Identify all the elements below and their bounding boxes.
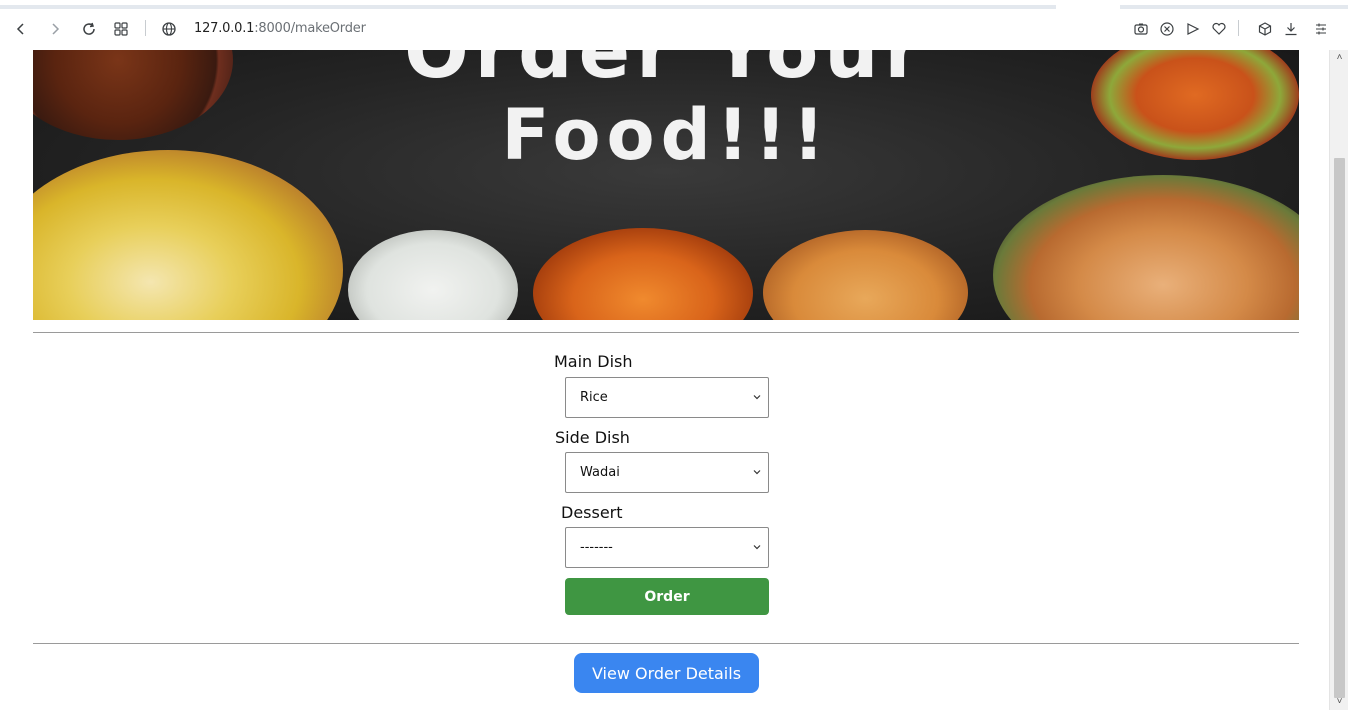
scroll-down-icon[interactable]: ˅ xyxy=(1334,696,1345,708)
apps-grid-icon[interactable] xyxy=(110,18,132,40)
page-viewport: Order Your Food!!! Main Dish Rice Side D… xyxy=(0,50,1329,710)
side-dish-label: Side Dish xyxy=(555,428,630,447)
banner-title-line1: Order Your xyxy=(404,50,928,95)
send-icon[interactable] xyxy=(1182,18,1204,40)
back-icon[interactable] xyxy=(10,18,32,40)
side-dish-select[interactable]: Wadai xyxy=(565,452,769,493)
side-dish-value: Wadai xyxy=(580,465,620,480)
hero-banner: Order Your Food!!! xyxy=(33,50,1299,320)
banner-title-line2: Food!!! xyxy=(501,94,831,176)
scroll-up-icon[interactable]: ˄ xyxy=(1334,52,1345,64)
order-button[interactable]: Order xyxy=(565,578,769,615)
browser-toolbar: 127.0.0.1:8000/makeOrder xyxy=(0,0,1348,50)
globe-icon[interactable] xyxy=(158,18,180,40)
tab-strip-divider xyxy=(1120,5,1348,9)
chevron-down-icon xyxy=(753,545,761,550)
cube-icon[interactable] xyxy=(1254,18,1276,40)
main-dish-label: Main Dish xyxy=(554,352,633,371)
dessert-label: Dessert xyxy=(561,503,623,522)
chevron-down-icon xyxy=(753,470,761,475)
tab-strip-divider xyxy=(0,5,1056,9)
forward-icon[interactable] xyxy=(44,18,66,40)
page-scrollbar[interactable]: ˄ ˅ xyxy=(1329,50,1348,710)
download-icon[interactable] xyxy=(1280,18,1302,40)
reload-icon[interactable] xyxy=(78,18,100,40)
chicken-curry-bowl-image xyxy=(533,228,753,320)
raita-bowl-image xyxy=(348,230,518,320)
heart-icon[interactable] xyxy=(1208,18,1230,40)
main-dish-value: Rice xyxy=(580,390,608,405)
dessert-value: ------- xyxy=(580,540,613,555)
pulao-plate-image xyxy=(993,175,1299,320)
dessert-select[interactable]: ------- xyxy=(565,527,769,568)
toolbar-separator xyxy=(1238,20,1239,36)
url-path: :8000/makeOrder xyxy=(254,21,366,36)
divider xyxy=(33,332,1299,333)
chevron-down-icon xyxy=(753,395,761,400)
view-order-details-button[interactable]: View Order Details xyxy=(574,653,759,693)
soup-bowl-image xyxy=(763,230,968,320)
toolbar-separator xyxy=(145,20,146,36)
url-host: 127.0.0.1 xyxy=(194,21,255,36)
scrollbar-thumb[interactable] xyxy=(1334,158,1345,698)
close-circle-icon[interactable] xyxy=(1156,18,1178,40)
address-bar[interactable]: 127.0.0.1:8000/makeOrder xyxy=(194,21,366,36)
screenshot-icon[interactable] xyxy=(1130,18,1152,40)
menu-icon[interactable] xyxy=(1310,18,1332,40)
divider xyxy=(33,643,1299,644)
main-dish-select[interactable]: Rice xyxy=(565,377,769,418)
